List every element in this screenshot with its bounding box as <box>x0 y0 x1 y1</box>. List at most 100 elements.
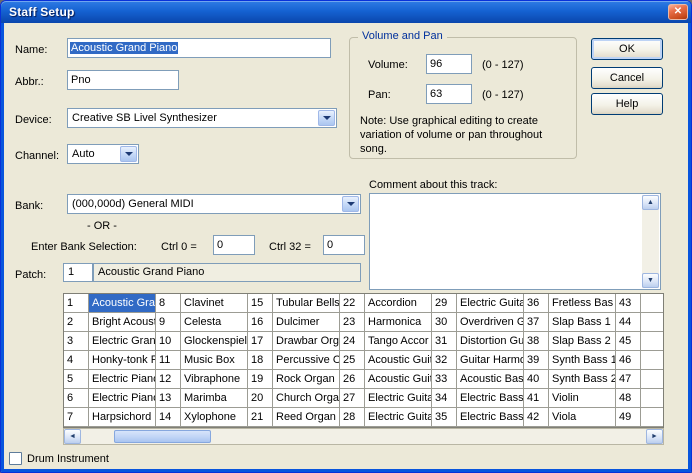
drum-instrument-checkbox[interactable] <box>9 452 22 465</box>
patch-number-cell[interactable]: 37 <box>524 313 549 332</box>
patch-name-cell[interactable]: Violin <box>549 389 616 408</box>
patch-name-cell[interactable]: Electric Guita <box>457 294 524 313</box>
scroll-up-button[interactable]: ▲ <box>642 195 659 210</box>
patch-number-cell[interactable]: 21 <box>248 408 273 427</box>
patch-number-cell[interactable]: 20 <box>248 389 273 408</box>
patch-name-cell[interactable] <box>641 408 664 427</box>
scroll-left-button[interactable]: ◄ <box>64 429 81 444</box>
patch-name-cell[interactable]: Bright Acoust <box>89 313 156 332</box>
patch-number-cell[interactable]: 12 <box>156 370 181 389</box>
patch-name-cell[interactable]: Acoustic Guit <box>365 370 432 389</box>
patch-name-cell[interactable]: Clavinet <box>181 294 248 313</box>
patch-number-cell[interactable]: 46 <box>616 351 641 370</box>
chevron-down-icon[interactable] <box>318 110 335 126</box>
patch-name-cell[interactable]: Electric Piano <box>89 389 156 408</box>
scrollbar-thumb[interactable] <box>114 430 211 443</box>
patch-number-cell[interactable]: 8 <box>156 294 181 313</box>
patch-name-cell[interactable]: Dulcimer <box>273 313 340 332</box>
patch-name-cell[interactable]: Electric Guita <box>365 389 432 408</box>
patch-name-cell[interactable]: Music Box <box>181 351 248 370</box>
channel-select[interactable]: Auto <box>67 144 139 164</box>
patch-number-cell[interactable]: 5 <box>64 370 89 389</box>
patch-name-cell[interactable]: Tango Accor <box>365 332 432 351</box>
patch-number-cell[interactable]: 44 <box>616 313 641 332</box>
patch-name-cell[interactable]: Percussive O <box>273 351 340 370</box>
patch-name-cell[interactable]: Acoustic Guit <box>365 351 432 370</box>
patch-number-cell[interactable]: 15 <box>248 294 273 313</box>
patch-number-cell[interactable]: 33 <box>432 370 457 389</box>
patch-name-cell[interactable]: Distortion Gui <box>457 332 524 351</box>
patch-number-cell[interactable]: 32 <box>432 351 457 370</box>
patch-number-cell[interactable]: 36 <box>524 294 549 313</box>
chevron-down-icon[interactable] <box>342 196 359 212</box>
comment-vertical-scrollbar[interactable]: ▲ ▼ <box>642 195 659 288</box>
patch-number-cell[interactable]: 9 <box>156 313 181 332</box>
patch-name-cell[interactable]: Vibraphone <box>181 370 248 389</box>
cancel-button[interactable]: Cancel <box>591 67 663 89</box>
patch-name-cell[interactable]: Electric Gran <box>89 332 156 351</box>
patch-name-cell[interactable]: Guitar Harmo <box>457 351 524 370</box>
patch-number-cell[interactable]: 4 <box>64 351 89 370</box>
patch-name-cell[interactable]: Church Orga <box>273 389 340 408</box>
patch-number-cell[interactable]: 39 <box>524 351 549 370</box>
patch-name-cell[interactable]: Acoustic Bas <box>457 370 524 389</box>
patch-name-cell[interactable]: Synth Bass 1 <box>549 351 616 370</box>
patch-grid[interactable]: 1Acoustic Gra2Bright Acoust3Electric Gra… <box>63 293 664 428</box>
patch-number-cell[interactable]: 3 <box>64 332 89 351</box>
patch-number-cell[interactable]: 19 <box>248 370 273 389</box>
help-button[interactable]: Help <box>591 93 663 115</box>
patch-number-cell[interactable]: 43 <box>616 294 641 313</box>
name-input[interactable]: Acoustic Grand Piano <box>67 38 331 58</box>
patch-name-cell[interactable]: Viola <box>549 408 616 427</box>
patch-number-cell[interactable]: 29 <box>432 294 457 313</box>
volume-input[interactable] <box>426 54 472 74</box>
patch-number-cell[interactable]: 47 <box>616 370 641 389</box>
patch-number-cell[interactable]: 35 <box>432 408 457 427</box>
bank-select[interactable]: (000,000d) General MIDI <box>67 194 361 214</box>
patch-number-cell[interactable]: 40 <box>524 370 549 389</box>
patch-number-cell[interactable]: 23 <box>340 313 365 332</box>
patch-name-cell[interactable]: Electric Guita <box>365 408 432 427</box>
patch-name-cell[interactable]: Reed Organ <box>273 408 340 427</box>
patch-number-cell[interactable]: 7 <box>64 408 89 427</box>
patch-number-cell[interactable]: 18 <box>248 351 273 370</box>
patch-number-cell[interactable]: 27 <box>340 389 365 408</box>
patch-number-cell[interactable]: 22 <box>340 294 365 313</box>
patch-number-cell[interactable]: 24 <box>340 332 365 351</box>
patch-number-cell[interactable]: 10 <box>156 332 181 351</box>
patch-name-cell[interactable]: Electric Bass <box>457 408 524 427</box>
patch-number-cell[interactable]: 34 <box>432 389 457 408</box>
patch-name-cell[interactable]: Harmonica <box>365 313 432 332</box>
patch-number-cell[interactable]: 41 <box>524 389 549 408</box>
patch-grid-horizontal-scrollbar[interactable]: ◄ ► <box>63 428 664 445</box>
patch-number-cell[interactable]: 26 <box>340 370 365 389</box>
patch-name-cell[interactable]: Xylophone <box>181 408 248 427</box>
patch-name-cell[interactable]: Synth Bass 2 <box>549 370 616 389</box>
ok-button[interactable]: OK <box>591 38 663 60</box>
patch-name-cell[interactable]: Fretless Bas <box>549 294 616 313</box>
patch-name-cell[interactable] <box>641 313 664 332</box>
ctrl0-input[interactable] <box>213 235 255 255</box>
patch-name-cell[interactable] <box>641 351 664 370</box>
patch-name-cell[interactable]: Tubular Bells <box>273 294 340 313</box>
titlebar[interactable]: Staff Setup ✕ <box>1 1 692 23</box>
patch-number-cell[interactable]: 28 <box>340 408 365 427</box>
patch-name-cell[interactable]: Acoustic Gra <box>89 294 156 313</box>
patch-name-cell[interactable]: Marimba <box>181 389 248 408</box>
patch-number-cell[interactable]: 16 <box>248 313 273 332</box>
device-select[interactable]: Creative SB Livel Synthesizer <box>67 108 337 128</box>
patch-number-cell[interactable]: 38 <box>524 332 549 351</box>
patch-name-cell[interactable]: Accordion <box>365 294 432 313</box>
patch-number-cell[interactable]: 48 <box>616 389 641 408</box>
patch-name-cell[interactable]: Drawbar Org <box>273 332 340 351</box>
patch-name-cell[interactable] <box>641 332 664 351</box>
patch-name-cell[interactable]: Honky-tonk Pi <box>89 351 156 370</box>
patch-name-cell[interactable] <box>641 370 664 389</box>
patch-number-cell[interactable]: 30 <box>432 313 457 332</box>
patch-name-cell[interactable]: Glockenspiel <box>181 332 248 351</box>
close-button[interactable]: ✕ <box>668 4 688 20</box>
patch-number-cell[interactable]: 49 <box>616 408 641 427</box>
patch-number-cell[interactable]: 42 <box>524 408 549 427</box>
patch-name-cell[interactable]: Electric Bass <box>457 389 524 408</box>
patch-name-cell[interactable]: Celesta <box>181 313 248 332</box>
